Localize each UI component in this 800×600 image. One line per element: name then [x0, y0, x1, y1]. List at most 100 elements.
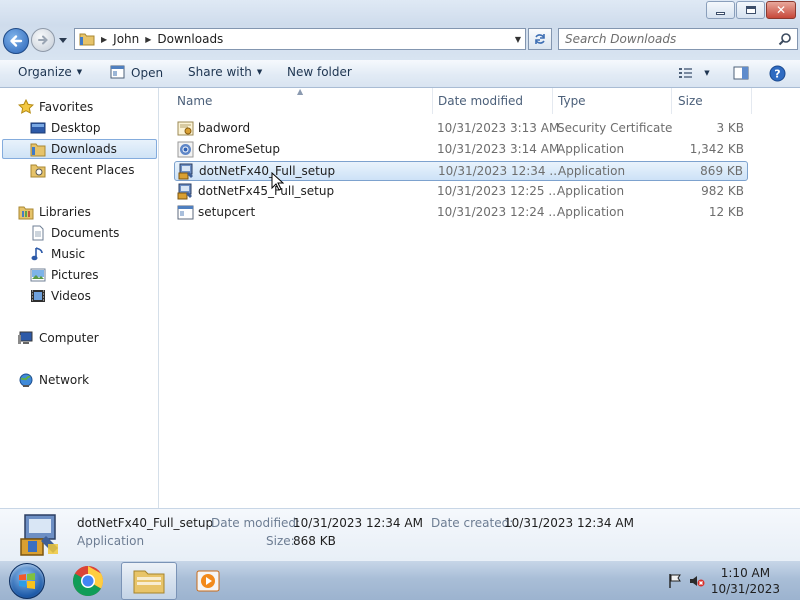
svg-text:?: ?: [774, 67, 780, 80]
change-view-button[interactable]: ▼: [676, 63, 712, 83]
forward-button[interactable]: [31, 28, 55, 52]
details-file-type: Application: [77, 534, 145, 548]
column-header-size[interactable]: Size: [678, 88, 703, 114]
volume-muted-icon[interactable]: [689, 573, 705, 589]
file-row-chromesetup[interactable]: ChromeSetup 10/31/2023 3:14 AM Applicati…: [174, 140, 748, 160]
nav-music[interactable]: Music: [30, 244, 85, 264]
column-date-modified-label: Date modified: [438, 94, 524, 108]
back-arrow-icon: [10, 35, 23, 47]
libraries-icon: [18, 204, 34, 220]
column-divider[interactable]: [751, 88, 752, 114]
maximize-button[interactable]: [736, 1, 765, 19]
file-row-setupcert[interactable]: setupcert 10/31/2023 12:24 ... Applicati…: [174, 203, 748, 223]
chevron-down-icon: ▼: [76, 68, 83, 76]
search-box[interactable]: [558, 28, 798, 50]
videos-icon: [30, 288, 46, 304]
taskbar-media-player[interactable]: [180, 562, 236, 600]
nav-documents[interactable]: Documents: [30, 223, 119, 243]
breadcrumb-separator-icon[interactable]: ▶: [145, 35, 151, 44]
installer-icon: [20, 514, 58, 556]
breadcrumb-john[interactable]: John: [113, 32, 139, 46]
nav-desktop-label: Desktop: [51, 121, 101, 135]
nav-desktop[interactable]: Desktop: [30, 118, 101, 138]
start-button[interactable]: [4, 562, 50, 600]
close-button[interactable]: ✕: [766, 1, 796, 19]
network-icon: [18, 372, 34, 388]
close-icon: ✕: [775, 3, 787, 17]
address-bar[interactable]: ▶ John ▶ Downloads ▼: [74, 28, 526, 50]
nav-downloads[interactable]: Downloads: [2, 139, 157, 159]
installer-icon: [177, 183, 192, 200]
file-date: 10/31/2023 12:24 ...: [437, 205, 560, 219]
nav-pictures-label: Pictures: [51, 268, 99, 282]
file-size: 982 KB: [701, 184, 744, 198]
file-size: 3 KB: [716, 121, 744, 135]
nav-favorites[interactable]: Favorites: [18, 97, 93, 117]
file-name: badword: [198, 121, 251, 135]
open-icon: [110, 65, 125, 79]
help-button[interactable]: ?: [767, 63, 787, 83]
column-header-date-modified[interactable]: Date modified: [438, 88, 523, 114]
minimize-button[interactable]: [706, 1, 735, 19]
new-folder-button[interactable]: New folder: [287, 65, 352, 79]
file-type: Security Certificate: [557, 121, 673, 135]
preview-pane-button[interactable]: [731, 63, 751, 83]
file-size: 869 KB: [700, 164, 743, 178]
chevron-down-icon: [59, 37, 67, 43]
search-input[interactable]: [565, 32, 765, 46]
application-icon: [177, 205, 194, 220]
folder-icon: [79, 33, 95, 46]
maximize-icon: [745, 6, 756, 14]
file-name: dotNetFx40_Full_setup: [199, 164, 336, 178]
column-header-type[interactable]: Type: [558, 88, 586, 114]
file-size: 12 KB: [708, 205, 744, 219]
file-row-badword[interactable]: badword 10/31/2023 3:13 AM Security Cert…: [174, 119, 748, 139]
new-folder-label: New folder: [287, 65, 352, 79]
chevron-down-icon: ▼: [704, 69, 710, 77]
minimize-icon: [716, 11, 725, 15]
nav-computer[interactable]: Computer: [18, 328, 99, 348]
column-divider[interactable]: [552, 88, 553, 114]
refresh-button[interactable]: [528, 28, 552, 50]
file-name: ChromeSetup: [198, 142, 280, 156]
back-button[interactable]: [3, 28, 29, 54]
details-size: 868 KB: [293, 534, 336, 548]
help-icon: ?: [769, 65, 785, 81]
sort-ascending-icon: ▲: [297, 87, 304, 96]
organize-button[interactable]: Organize ▼: [18, 65, 82, 79]
taskbar-windows-explorer[interactable]: [121, 562, 177, 600]
clock-time: 1:10 AM: [720, 566, 771, 580]
breadcrumb-downloads[interactable]: Downloads: [157, 32, 223, 46]
column-divider[interactable]: [671, 88, 672, 114]
music-icon: [30, 246, 46, 262]
downloads-folder-icon: [30, 141, 46, 157]
file-row-dotnetfx40-full-setup[interactable]: dotNetFx40_Full_setup 10/31/2023 12:34 .…: [174, 161, 748, 181]
nav-videos[interactable]: Videos: [30, 286, 91, 306]
column-divider[interactable]: [432, 88, 433, 114]
file-date: 10/31/2023 3:13 AM: [437, 121, 560, 135]
nav-network[interactable]: Network: [18, 370, 89, 390]
open-button[interactable]: Open: [110, 65, 163, 80]
address-dropdown-icon[interactable]: ▼: [515, 35, 521, 44]
file-name: dotNetFx45_Full_setup: [198, 184, 335, 198]
search-icon[interactable]: [778, 32, 792, 46]
column-header-name[interactable]: Name: [177, 88, 212, 114]
action-center-flag-icon[interactable]: [667, 573, 683, 589]
star-icon: [18, 99, 34, 115]
file-row-dotnetfx45-full-setup[interactable]: dotNetFx45_Full_setup 10/31/2023 12:25 .…: [174, 182, 748, 202]
nav-pictures[interactable]: Pictures: [30, 265, 99, 285]
file-type: Application: [557, 142, 625, 156]
breadcrumb-separator-icon[interactable]: ▶: [101, 35, 107, 44]
taskbar-chrome[interactable]: [60, 562, 116, 600]
details-size-label: Size:: [266, 534, 295, 548]
clock[interactable]: 1:10 AM 10/31/2023: [711, 565, 780, 597]
share-with-button[interactable]: Share with ▼: [188, 65, 262, 79]
nav-recent-places[interactable]: Recent Places: [30, 160, 134, 180]
column-name-label: Name: [177, 94, 213, 108]
nav-libraries[interactable]: Libraries: [18, 202, 91, 222]
nav-recent-places-label: Recent Places: [51, 163, 135, 177]
desktop-icon: [30, 120, 46, 136]
nav-music-label: Music: [51, 247, 86, 261]
details-date-created-label: Date created:: [431, 516, 514, 530]
recent-pages-button[interactable]: [58, 34, 68, 46]
